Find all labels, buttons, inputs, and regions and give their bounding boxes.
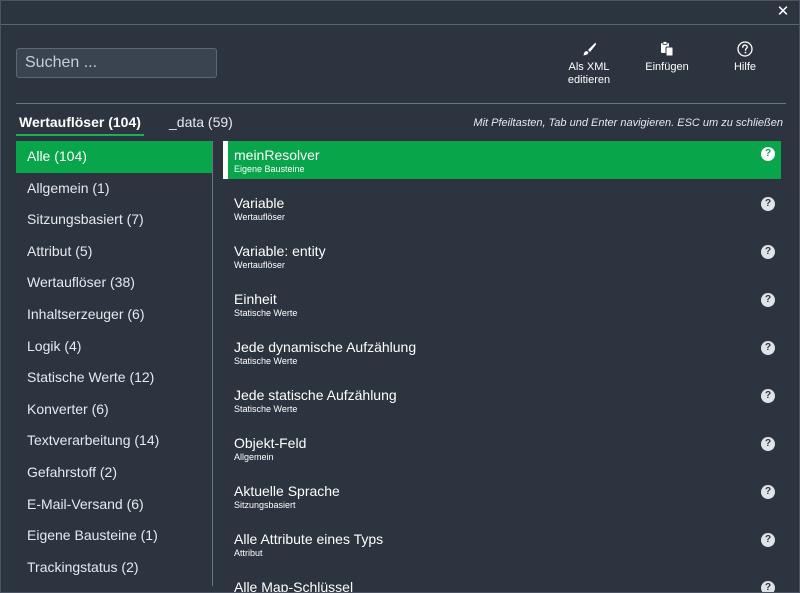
category-item[interactable]: Sitzungsbasiert (7) — [16, 204, 212, 236]
help-label: Hilfe — [733, 61, 756, 73]
edit-as-xml-label-1: Als XML — [568, 61, 610, 73]
item-category: Allgemein — [234, 452, 274, 462]
insert-button[interactable]: Einfügen — [632, 41, 702, 74]
question-icon[interactable]: ? — [761, 533, 775, 547]
list-item[interactable]: Objekt-Feld Allgemein ? — [223, 429, 781, 477]
item-category: Wertauflöser — [234, 212, 285, 222]
brush-icon — [583, 42, 596, 56]
list-item[interactable]: Aktuelle Sprache Sitzungsbasiert ? — [223, 477, 781, 525]
list-item[interactable]: Variable Wertauflöser ? — [223, 189, 781, 237]
item-name: Jede dynamische Aufzählung — [234, 339, 417, 355]
item-category: Attribut — [234, 548, 263, 558]
item-name: Jede statische Aufzählung — [234, 387, 397, 403]
item-category: Sitzungsbasiert — [234, 500, 296, 510]
resolver-dialog: ✕ Als XML editieren Einfügen Hilfe Werta… — [0, 0, 800, 593]
category-item[interactable]: Konverter (6) — [16, 394, 212, 426]
category-list: Alle (104) Allgemein (1) Sitzungsbasiert… — [16, 141, 212, 586]
list-item[interactable]: meinResolver Eigene Bausteine ? — [223, 141, 781, 179]
category-item[interactable]: Logik (4) — [16, 331, 212, 363]
close-icon[interactable]: ✕ — [775, 4, 791, 20]
category-item[interactable]: Textverarbeitung (14) — [16, 425, 212, 457]
question-icon[interactable]: ? — [761, 389, 775, 403]
list-item[interactable]: Jede statische Aufzählung Statische Wert… — [223, 381, 781, 429]
item-category: Statische Werte — [234, 404, 298, 414]
tab-data[interactable]: _data (59) — [166, 113, 236, 134]
item-name: Aktuelle Sprache — [234, 483, 340, 499]
item-category: Eigene Bausteine — [234, 164, 305, 174]
category-item[interactable]: Eigene Bausteine (1) — [16, 520, 212, 552]
question-icon[interactable]: ? — [761, 245, 775, 259]
item-category: Statische Werte — [234, 356, 298, 366]
category-item[interactable]: Gefahrstoff (2) — [16, 457, 212, 489]
question-icon[interactable]: ? — [761, 197, 775, 211]
list-item[interactable]: Alle Attribute eines Typs Attribut ? — [223, 525, 781, 573]
category-item[interactable]: Inhaltserzeuger (6) — [16, 299, 212, 331]
title-bar: ✕ — [1, 1, 799, 25]
list-item[interactable]: Einheit Statische Werte ? — [223, 285, 781, 333]
list-item[interactable]: Variable: entity Wertauflöser ? — [223, 237, 781, 285]
edit-as-xml-label-2: editieren — [567, 74, 611, 86]
question-icon[interactable]: ? — [761, 341, 775, 355]
category-item[interactable]: Trackingstatus (2) — [16, 552, 212, 584]
item-name: Alle Map-Schlüssel — [234, 579, 354, 593]
edit-as-xml-button[interactable]: Als XML editieren — [554, 41, 624, 87]
header-divider — [16, 103, 786, 104]
item-category: Statische Werte — [234, 308, 298, 318]
question-circle-icon — [737, 41, 753, 57]
paste-icon — [661, 41, 674, 57]
question-icon[interactable]: ? — [761, 437, 775, 451]
question-icon[interactable]: ? — [761, 293, 775, 307]
help-button[interactable]: Hilfe — [710, 41, 780, 74]
insert-label: Einfügen — [645, 61, 689, 73]
category-item[interactable]: Wertauflöser (38) — [16, 267, 212, 299]
category-item[interactable]: Allgemein (1) — [16, 173, 212, 205]
item-name: Variable: entity — [234, 243, 326, 259]
item-category: Wertauflöser — [234, 260, 285, 270]
question-icon[interactable]: ? — [761, 581, 775, 592]
category-item[interactable]: Statische Werte (12) — [16, 362, 212, 394]
question-icon[interactable]: ? — [761, 147, 775, 161]
list-divider — [212, 141, 213, 586]
item-name: Alle Attribute eines Typs — [234, 531, 384, 547]
category-item[interactable]: Attribut (5) — [16, 236, 212, 268]
resolver-list: meinResolver Eigene Bausteine ? Variable… — [223, 141, 781, 593]
list-item[interactable]: Jede dynamische Aufzählung Statische Wer… — [223, 333, 781, 381]
tab-wertaufloeser[interactable]: Wertauflöser (104) — [16, 113, 144, 136]
item-name: meinResolver — [234, 147, 320, 163]
category-item[interactable]: E-Mail-Versand (6) — [16, 489, 212, 521]
item-name: Variable — [234, 195, 285, 211]
question-icon[interactable]: ? — [761, 485, 775, 499]
search-input[interactable] — [16, 48, 217, 78]
list-item[interactable]: Alle Map-Schlüssel ? — [223, 573, 781, 593]
navigation-hint: Mit Pfeiltasten, Tab und Enter navigiere… — [473, 117, 783, 129]
item-name: Objekt-Feld — [234, 435, 307, 451]
item-name: Einheit — [234, 291, 277, 307]
category-item[interactable]: Alle (104) — [16, 141, 212, 173]
